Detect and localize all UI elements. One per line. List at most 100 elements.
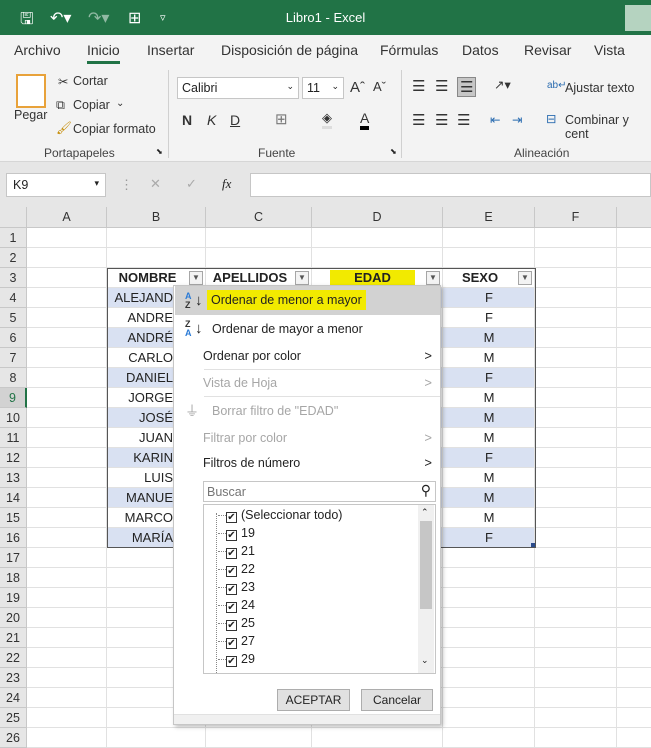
align-right-icon[interactable]: ☰	[457, 111, 470, 129]
paste-icon[interactable]	[16, 74, 46, 108]
tab-vista[interactable]: Vista	[594, 42, 625, 58]
cell[interactable]	[443, 688, 535, 708]
cell[interactable]	[535, 428, 617, 448]
copy-dropdown-icon[interactable]: ⌄	[116, 98, 124, 109]
cell[interactable]	[27, 708, 107, 728]
checkbox-checked-icon[interactable]: ✔	[226, 602, 237, 613]
menu-number-filters[interactable]: Filtros de número >	[175, 451, 440, 475]
cell[interactable]	[535, 488, 617, 508]
cell[interactable]	[535, 708, 617, 728]
list-scrollbar[interactable]: ⌃ ⌄	[418, 505, 434, 673]
align-left-icon[interactable]: ☰	[412, 111, 425, 129]
increase-indent-icon[interactable]: ⇥	[512, 112, 522, 127]
row-header-1[interactable]: 1	[0, 228, 27, 248]
cell[interactable]	[312, 728, 443, 748]
cell[interactable]	[535, 468, 617, 488]
align-top-icon[interactable]: ☰	[412, 77, 425, 95]
cell[interactable]	[617, 608, 651, 628]
cancel-icon[interactable]: ✕	[150, 176, 161, 192]
cell[interactable]	[617, 688, 651, 708]
filter-value-item[interactable]: ✔ 27	[218, 633, 255, 651]
row-header-9[interactable]: 9	[0, 388, 27, 408]
cell[interactable]	[535, 288, 617, 308]
checkbox-checked-icon[interactable]: ✔	[226, 638, 237, 649]
wrap-text-button[interactable]: Ajustar texto	[565, 81, 634, 95]
cell[interactable]	[617, 288, 651, 308]
cell[interactable]	[535, 388, 617, 408]
cell[interactable]	[617, 488, 651, 508]
table-resize-handle[interactable]	[531, 543, 535, 547]
cell[interactable]	[617, 528, 651, 548]
filter-search-box[interactable]: ⚲	[203, 481, 436, 502]
cell[interactable]	[617, 348, 651, 368]
cell[interactable]	[617, 448, 651, 468]
cell[interactable]	[443, 708, 535, 728]
column-header-D[interactable]: D	[312, 207, 443, 228]
row-header-18[interactable]: 18	[0, 568, 27, 588]
cell[interactable]	[535, 528, 617, 548]
row-header-20[interactable]: 20	[0, 608, 27, 628]
row-header-23[interactable]: 23	[0, 668, 27, 688]
italic-button[interactable]: K	[207, 112, 216, 128]
cell[interactable]	[535, 348, 617, 368]
menu-resize-bar[interactable]	[174, 714, 440, 724]
cell[interactable]	[535, 568, 617, 588]
filter-value-item[interactable]: ✔ 21	[218, 543, 255, 561]
cell[interactable]	[443, 728, 535, 748]
column-header-F[interactable]: F	[535, 207, 617, 228]
copy-button[interactable]: Copiar	[73, 98, 110, 112]
cell[interactable]	[27, 668, 107, 688]
cell[interactable]	[107, 248, 206, 268]
filter-dropdown-button[interactable]: ▼	[295, 271, 309, 285]
filter-value-item[interactable]: ✔ 25	[218, 615, 255, 633]
row-header-25[interactable]: 25	[0, 708, 27, 728]
cell[interactable]	[27, 348, 107, 368]
cell[interactable]	[27, 548, 107, 568]
cell[interactable]	[27, 428, 107, 448]
cell[interactable]	[535, 228, 617, 248]
search-icon[interactable]	[625, 5, 651, 31]
row-header-10[interactable]: 10	[0, 408, 27, 428]
tab-revisar[interactable]: Revisar	[524, 42, 571, 58]
row-header-22[interactable]: 22	[0, 648, 27, 668]
decrease-font-icon[interactable]: Aˇ	[373, 79, 386, 94]
cell[interactable]	[27, 328, 107, 348]
row-header-6[interactable]: 6	[0, 328, 27, 348]
cell[interactable]	[617, 228, 651, 248]
cell[interactable]	[535, 248, 617, 268]
row-header-26[interactable]: 26	[0, 728, 27, 748]
row-header-17[interactable]: 17	[0, 548, 27, 568]
decrease-indent-icon[interactable]: ⇤	[490, 112, 500, 127]
cell[interactable]	[535, 368, 617, 388]
filter-value-item[interactable]: ✔ (Seleccionar todo)	[218, 507, 342, 525]
dialog-launcher-icon[interactable]: ⬊	[390, 147, 397, 156]
cell[interactable]	[443, 608, 535, 628]
cell[interactable]	[27, 568, 107, 588]
cell[interactable]	[443, 248, 535, 268]
align-center-icon[interactable]: ☰	[435, 111, 448, 129]
cell[interactable]	[535, 268, 617, 288]
cell[interactable]	[27, 528, 107, 548]
cell[interactable]	[27, 488, 107, 508]
fill-color-icon[interactable]: ◈	[322, 110, 332, 129]
cell[interactable]	[535, 328, 617, 348]
font-size-select[interactable]: 11 ⌄	[302, 77, 344, 99]
tab-disposicion[interactable]: Disposición de página	[221, 42, 358, 58]
cell[interactable]	[27, 408, 107, 428]
filter-dropdown-button[interactable]: ▼	[518, 271, 532, 285]
cell[interactable]	[206, 228, 312, 248]
align-bottom-icon[interactable]: ☰	[457, 77, 477, 97]
cell[interactable]	[535, 628, 617, 648]
row-header-15[interactable]: 15	[0, 508, 27, 528]
cell[interactable]	[535, 728, 617, 748]
insert-function-button[interactable]: fx	[222, 176, 231, 192]
cell[interactable]	[27, 288, 107, 308]
cell[interactable]	[535, 448, 617, 468]
cut-button[interactable]: Cortar	[73, 74, 108, 88]
tab-inicio[interactable]: Inicio	[87, 42, 120, 64]
cell[interactable]	[27, 608, 107, 628]
cell[interactable]	[617, 428, 651, 448]
filter-value-item[interactable]: ✔ 19	[218, 525, 255, 543]
row-header-14[interactable]: 14	[0, 488, 27, 508]
checkbox-checked-icon[interactable]: ✔	[226, 566, 237, 577]
